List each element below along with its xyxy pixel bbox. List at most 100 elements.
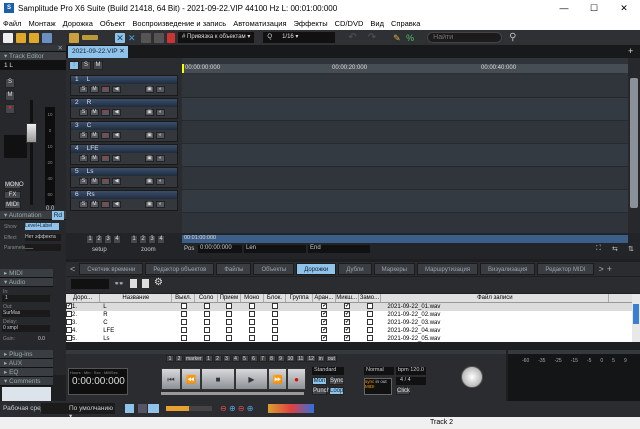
table-row[interactable]: 5. Ls ✔ ✔ 2021-09-22_05.wav — [66, 335, 632, 342]
search-icon[interactable]: ⚲ — [509, 32, 516, 43]
tab-3[interactable]: Объекты — [253, 263, 295, 275]
marker-button[interactable]: 1 — [166, 355, 174, 362]
marker-button[interactable]: 10 — [285, 355, 296, 362]
column-checkbox[interactable]: ✔ — [321, 311, 328, 318]
monitor-button[interactable]: Mon — [312, 377, 327, 385]
pos-field[interactable]: 0:00:00:000 — [198, 245, 242, 253]
new-file-icon[interactable] — [3, 32, 13, 43]
marker-button[interactable]: marker — [184, 355, 204, 362]
volume-fader[interactable] — [26, 123, 37, 143]
track-lane[interactable] — [182, 75, 628, 98]
column-checkbox[interactable] — [226, 319, 233, 326]
menu-cddvd[interactable]: CD/DVD — [335, 19, 364, 28]
tab-5[interactable]: Дубли — [338, 263, 372, 275]
track-header[interactable]: 6 Rs S M ● ◀ ▣ ◐ — [70, 190, 178, 211]
sync-button[interactable]: Sync — [329, 377, 344, 385]
delay-field[interactable]: 0 smpl — [2, 325, 50, 332]
lock-button[interactable]: ▣ — [145, 155, 154, 162]
track-lane[interactable] — [182, 190, 628, 213]
time-signature-field[interactable]: 4 / 4 — [396, 377, 426, 385]
end-field[interactable]: End — [308, 245, 370, 253]
column-checkbox[interactable] — [271, 319, 278, 326]
column-checkbox[interactable]: ✔ — [344, 335, 351, 342]
column-checkbox[interactable] — [271, 311, 278, 318]
phase-button[interactable]: ◐ — [156, 109, 165, 116]
workspace-select[interactable]: По умолчанию ▾ — [41, 403, 115, 420]
phase-button[interactable]: ◐ — [156, 155, 165, 162]
percent-icon[interactable]: % — [406, 33, 416, 43]
settings-gear-icon[interactable]: ⚙ — [154, 277, 163, 288]
marker-button[interactable]: 2 — [213, 355, 222, 362]
solo-button[interactable]: S — [79, 86, 88, 93]
close-tab-icon[interactable]: ✕ — [119, 48, 124, 55]
column-checkbox[interactable]: ✔ — [321, 319, 328, 326]
marker-button[interactable]: 12 — [306, 355, 316, 362]
menu-playback[interactable]: Воспроизведение и запись — [132, 19, 226, 28]
column-header[interactable]: Замо... — [359, 294, 382, 302]
setup-preset-2[interactable]: 2 — [95, 235, 103, 244]
column-checkbox[interactable] — [180, 327, 187, 334]
go-to-start-button[interactable]: ⏮ — [161, 368, 181, 390]
table-row[interactable]: 4. LFE ✔ ✔ 2021-09-22_04.wav — [66, 327, 632, 335]
solo-button[interactable]: S — [5, 78, 15, 88]
zoom-preset-2[interactable]: 2 — [139, 235, 147, 244]
rewind-button[interactable]: ⏪ — [181, 368, 201, 390]
minimize-button[interactable]: — — [550, 0, 578, 16]
mute-button[interactable]: M — [90, 132, 99, 139]
table-scroll-thumb[interactable] — [633, 304, 639, 324]
stop-button[interactable]: ■ — [201, 368, 235, 390]
lock-button[interactable]: ▣ — [145, 132, 154, 139]
monitor-button[interactable]: ◀ — [112, 86, 121, 93]
vertical-zoom-icon[interactable]: ⇅ — [628, 245, 634, 253]
align2-icon[interactable] — [154, 32, 164, 43]
input-select[interactable]: 1 — [2, 295, 50, 302]
filter-input[interactable] — [71, 279, 109, 289]
open-folder-icon[interactable] — [16, 32, 26, 43]
monitor-button[interactable]: ◀ — [112, 201, 121, 208]
column-checkbox[interactable]: ✔ — [344, 303, 351, 310]
column-checkbox[interactable] — [180, 303, 187, 310]
table-row[interactable]: 2. R ✔ ✔ 2021-09-22_02.wav — [66, 311, 632, 319]
menu-view[interactable]: Вид — [370, 19, 384, 28]
punch-button[interactable]: Punch — [312, 387, 330, 395]
vertical-scrollbar[interactable] — [628, 58, 640, 233]
column-checkbox[interactable] — [203, 311, 210, 318]
column-checkbox[interactable] — [226, 311, 233, 318]
column-checkbox[interactable] — [366, 327, 373, 334]
position-slider[interactable] — [161, 392, 304, 395]
project-tab[interactable]: 2021-09-22.VIP ✕ — [68, 46, 128, 58]
column-checkbox[interactable] — [180, 311, 187, 318]
column-checkbox[interactable] — [249, 327, 256, 334]
cut-x-icon[interactable]: ✕ — [128, 33, 138, 43]
column-checkbox[interactable]: ✔ — [321, 303, 328, 310]
zoom-preset-4[interactable]: 4 — [157, 235, 165, 244]
track-header[interactable]: 5 Ls S M ● ◀ ▣ ◐ — [70, 167, 178, 188]
loop-button[interactable]: Loop — [329, 387, 344, 395]
snap-dropdown[interactable]: # Привязка к объектам ▾ — [178, 32, 255, 43]
effects-tools-icon[interactable] — [268, 404, 314, 413]
column-header[interactable]: Моно — [241, 294, 264, 302]
column-checkbox[interactable]: ✔ — [344, 311, 351, 318]
track-selector[interactable]: 1 L — [0, 61, 66, 70]
tab-4[interactable]: Дорожки — [296, 263, 337, 275]
add-project-button[interactable]: + — [628, 46, 633, 56]
open-project-icon[interactable] — [29, 32, 39, 43]
track-header[interactable]: 4 LFE S M ● ◀ ▣ ◐ — [70, 144, 178, 165]
overview-scrollbar[interactable]: 00:01:00:000 — [182, 235, 628, 243]
global-mute-button[interactable]: M — [93, 61, 103, 70]
redo-icon[interactable]: ↷ — [368, 32, 376, 43]
transport-mode-select[interactable]: Standard — [312, 367, 344, 375]
effect-value[interactable]: Нет эффекта — [25, 234, 61, 241]
align-icon[interactable] — [141, 32, 151, 43]
marker-button[interactable]: 8 — [267, 355, 276, 362]
column-checkbox[interactable] — [366, 303, 373, 310]
mouse-mode-icon[interactable] — [69, 32, 79, 43]
column-checkbox[interactable] — [249, 303, 256, 310]
menu-file[interactable]: Файл — [3, 19, 21, 28]
gain-value[interactable]: 0.0 — [38, 336, 45, 342]
object-tools-icon[interactable] — [166, 406, 212, 411]
comments-section-header[interactable]: ▾ Comments — [0, 377, 53, 386]
column-header[interactable]: Блок. — [264, 294, 287, 302]
menu-help[interactable]: Справка — [391, 19, 420, 28]
track-lane[interactable] — [182, 167, 628, 190]
